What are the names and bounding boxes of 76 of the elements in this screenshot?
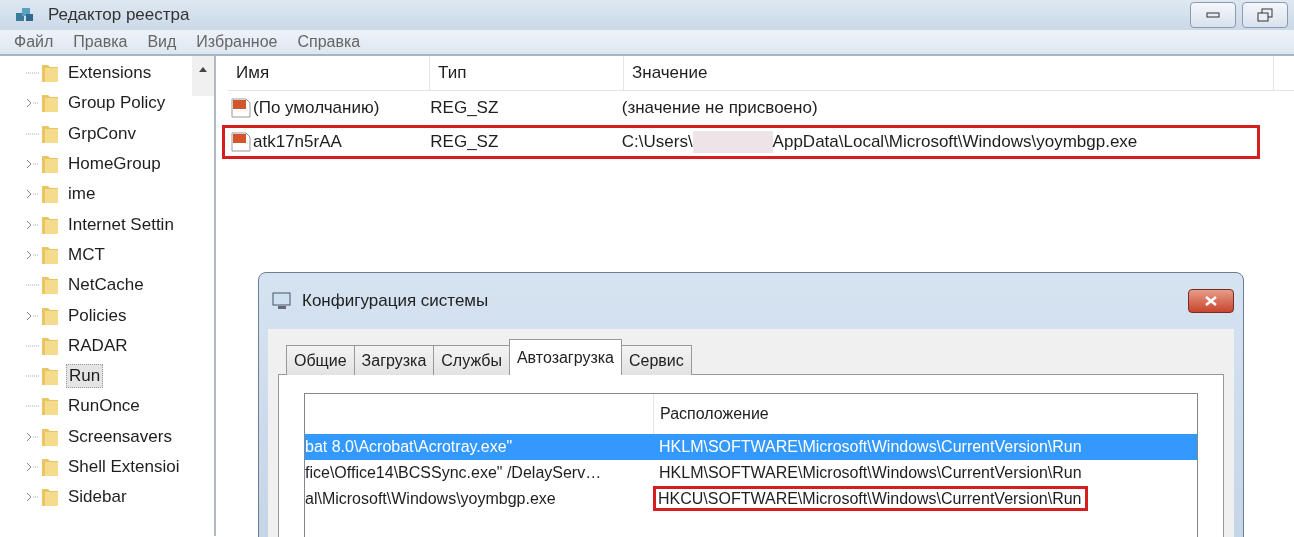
tree-item[interactable]: Run	[66, 364, 104, 389]
close-button[interactable]	[1188, 289, 1234, 313]
close-icon	[1204, 295, 1218, 307]
value-data: (значение не присвоено)	[621, 98, 818, 118]
tree-item[interactable]: Screensavers	[66, 425, 174, 448]
tree-item[interactable]: Internet Settin	[66, 213, 176, 236]
location-text: HKCU\SOFTWARE\Microsoft\Windows\CurrentVersion\Run	[653, 486, 1088, 511]
tree-item[interactable]: Sidebar	[66, 486, 129, 509]
menu-item[interactable]: Вид	[147, 33, 177, 51]
folder-icon	[40, 486, 60, 509]
tab[interactable]: Сервис	[621, 345, 692, 375]
expand-icon[interactable]	[26, 189, 40, 200]
menu-item[interactable]: Файл	[14, 33, 54, 51]
string-value-icon	[231, 132, 251, 152]
scroll-up-icon[interactable]	[198, 66, 208, 72]
tree-item[interactable]: RADAR	[66, 334, 130, 357]
expand-icon[interactable]	[26, 159, 40, 170]
tree-item[interactable]: Policies	[66, 304, 129, 327]
startup-row[interactable]: fice\Office14\BCSSync.exe" /DelayServ… HKLM\SOFTWARE\Microsoft\Windows\CurrentVersion\Run	[305, 460, 1197, 486]
tree-item[interactable]: Extensions	[66, 62, 154, 85]
value-data: AppData\Local\Microsoft\Windows\yoymbgp.exe	[772, 132, 1138, 152]
value-row[interactable]: (По умолчанию) REG_SZ (значение не присвоено)	[222, 91, 1260, 125]
expand-icon[interactable]	[26, 249, 40, 260]
expand-icon[interactable]	[26, 219, 40, 230]
command-text: fice\Office14\BCSSync.exe" /DelayServ…	[305, 464, 603, 482]
window-title: Редактор реестра	[48, 5, 190, 25]
expand-icon[interactable]	[26, 462, 40, 472]
menu-item[interactable]: Избранное	[196, 33, 278, 51]
folder-icon	[40, 456, 60, 478]
tree-item[interactable]: MCT	[66, 243, 107, 266]
tree-item[interactable]: RunOnce	[66, 395, 142, 418]
folder-icon	[40, 274, 60, 297]
folder-icon	[40, 183, 60, 206]
location-text: HKLM\SOFTWARE\Microsoft\Windows\CurrentVersion\Run	[659, 464, 1082, 481]
value-row[interactable]: atk17n5rAA REG_SZ C:\Users\ AppData\Local\Microsoft\Windows\yoymbgp.exe	[222, 125, 1260, 159]
tab[interactable]: Автозагрузка	[508, 339, 622, 375]
command-text: al\Microsoft\Windows\yoymbgp.exe	[305, 490, 557, 508]
monitor-icon	[272, 292, 292, 310]
tree-item[interactable]: ime	[66, 183, 98, 206]
tab[interactable]: Общие	[286, 345, 355, 375]
value-data: C:\Users\	[621, 132, 693, 152]
minimize-icon	[1206, 12, 1220, 18]
tree-item[interactable]: NetCache	[66, 274, 146, 297]
string-value-icon	[231, 98, 251, 118]
location-text: HKLM\SOFTWARE\Microsoft\Windows\CurrentVersion\Run	[659, 438, 1082, 455]
menu-item[interactable]: Правка	[73, 33, 128, 51]
value-name[interactable]: atk17n5rAA	[253, 132, 342, 152]
tree-item[interactable]: HomeGroup	[66, 153, 163, 176]
folder-icon	[40, 395, 60, 418]
restore-button[interactable]	[1242, 2, 1288, 28]
value-type: REG_SZ	[429, 132, 500, 152]
folder-icon	[40, 365, 60, 388]
expand-icon[interactable]	[26, 492, 40, 503]
startup-row[interactable]: al\Microsoft\Windows\yoymbgp.exe HKCU\SOFTWARE\Microsoft\Windows\CurrentVersion\Run	[305, 486, 1197, 512]
menu-item[interactable]: Справка	[297, 33, 361, 51]
value-type: REG_SZ	[429, 98, 500, 118]
folder-icon	[40, 92, 60, 115]
restore-icon	[1257, 8, 1273, 22]
expand-icon[interactable]	[26, 310, 40, 321]
tree-item[interactable]: Group Policy	[66, 92, 168, 115]
tree-item[interactable]: Shell Extensioi	[66, 456, 182, 478]
column-header[interactable]: Значение	[624, 56, 1274, 90]
tab[interactable]: Загрузка	[353, 345, 435, 375]
folder-icon	[40, 62, 60, 85]
folder-icon	[40, 153, 60, 176]
scrollbar[interactable]	[192, 56, 214, 96]
command-text: bat 8.0\Acrobat\Acrotray.exe"	[305, 438, 514, 456]
column-header[interactable]: Тип	[430, 56, 624, 90]
column-header[interactable]: Имя	[228, 56, 430, 90]
tab[interactable]: Службы	[433, 345, 510, 375]
tree-item[interactable]: GrpConv	[66, 122, 139, 145]
dialog-title: Конфигурация системы	[302, 291, 489, 311]
value-name[interactable]: (По умолчанию)	[253, 98, 380, 118]
expand-icon[interactable]	[26, 98, 40, 109]
minimize-button[interactable]	[1190, 2, 1236, 28]
expand-icon[interactable]	[26, 431, 40, 442]
